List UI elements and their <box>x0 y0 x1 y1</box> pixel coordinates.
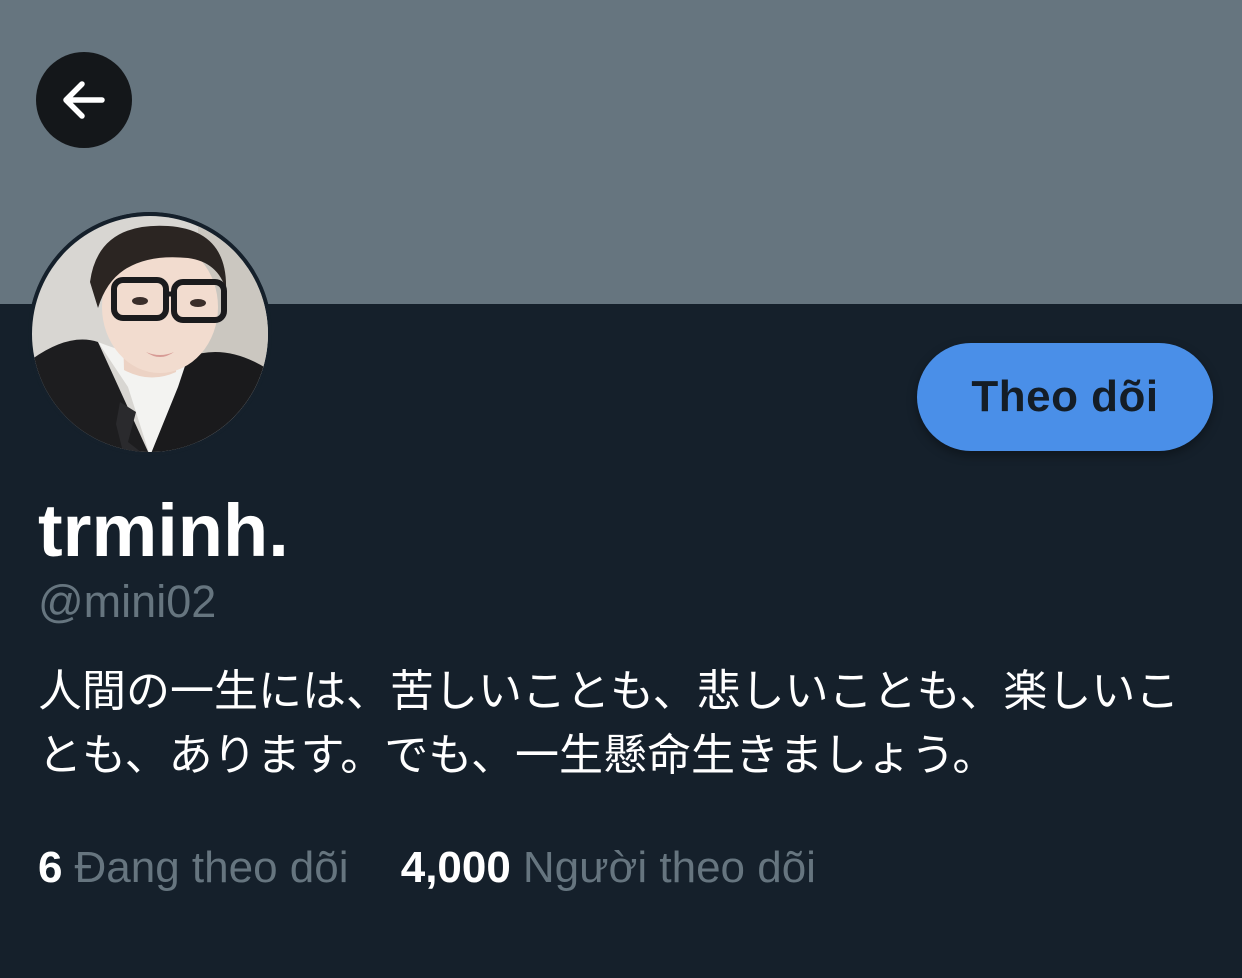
following-count: 6 <box>38 843 63 892</box>
avatar[interactable] <box>28 212 272 456</box>
back-button[interactable] <box>36 52 132 148</box>
following-label: Đang theo dõi <box>74 843 349 892</box>
following-stat[interactable]: 6 Đang theo dõi <box>38 838 348 898</box>
followers-count: 4,000 <box>400 843 511 892</box>
display-name: trminh. <box>38 489 289 572</box>
arrow-left-icon <box>63 81 105 119</box>
user-handle: @mini02 <box>38 576 217 627</box>
profile-bio: 人間の一生には、苦しいことも、悲しいことも、楽しいことも、あります。でも、一生懸… <box>38 667 1180 780</box>
follow-button[interactable]: Theo dõi <box>917 343 1213 451</box>
profile-page: Theo dõi trminh. @mini02 人間の一生には、苦しいことも、… <box>0 0 1242 978</box>
profile-stats: 6 Đang theo dõi 4,000 Người theo dõi <box>38 838 816 898</box>
followers-label: Người theo dõi <box>522 843 816 892</box>
followers-stat[interactable]: 4,000 Người theo dõi <box>401 838 816 898</box>
